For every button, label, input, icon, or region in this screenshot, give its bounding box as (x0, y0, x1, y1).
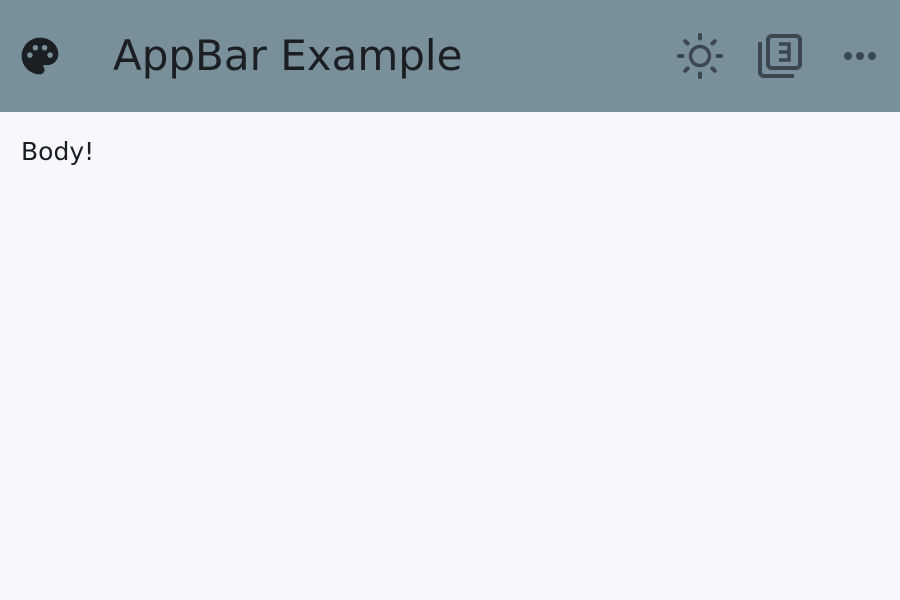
body-text: Body! (21, 137, 95, 166)
app-bar: AppBar Example (0, 0, 900, 112)
app-bar-title: AppBar Example (113, 31, 463, 80)
filter-3-icon[interactable] (756, 32, 804, 80)
body-area (0, 112, 900, 600)
more-horizontal-icon[interactable] (836, 32, 884, 80)
brightness-icon[interactable] (676, 32, 724, 80)
palette-icon[interactable] (18, 34, 62, 78)
